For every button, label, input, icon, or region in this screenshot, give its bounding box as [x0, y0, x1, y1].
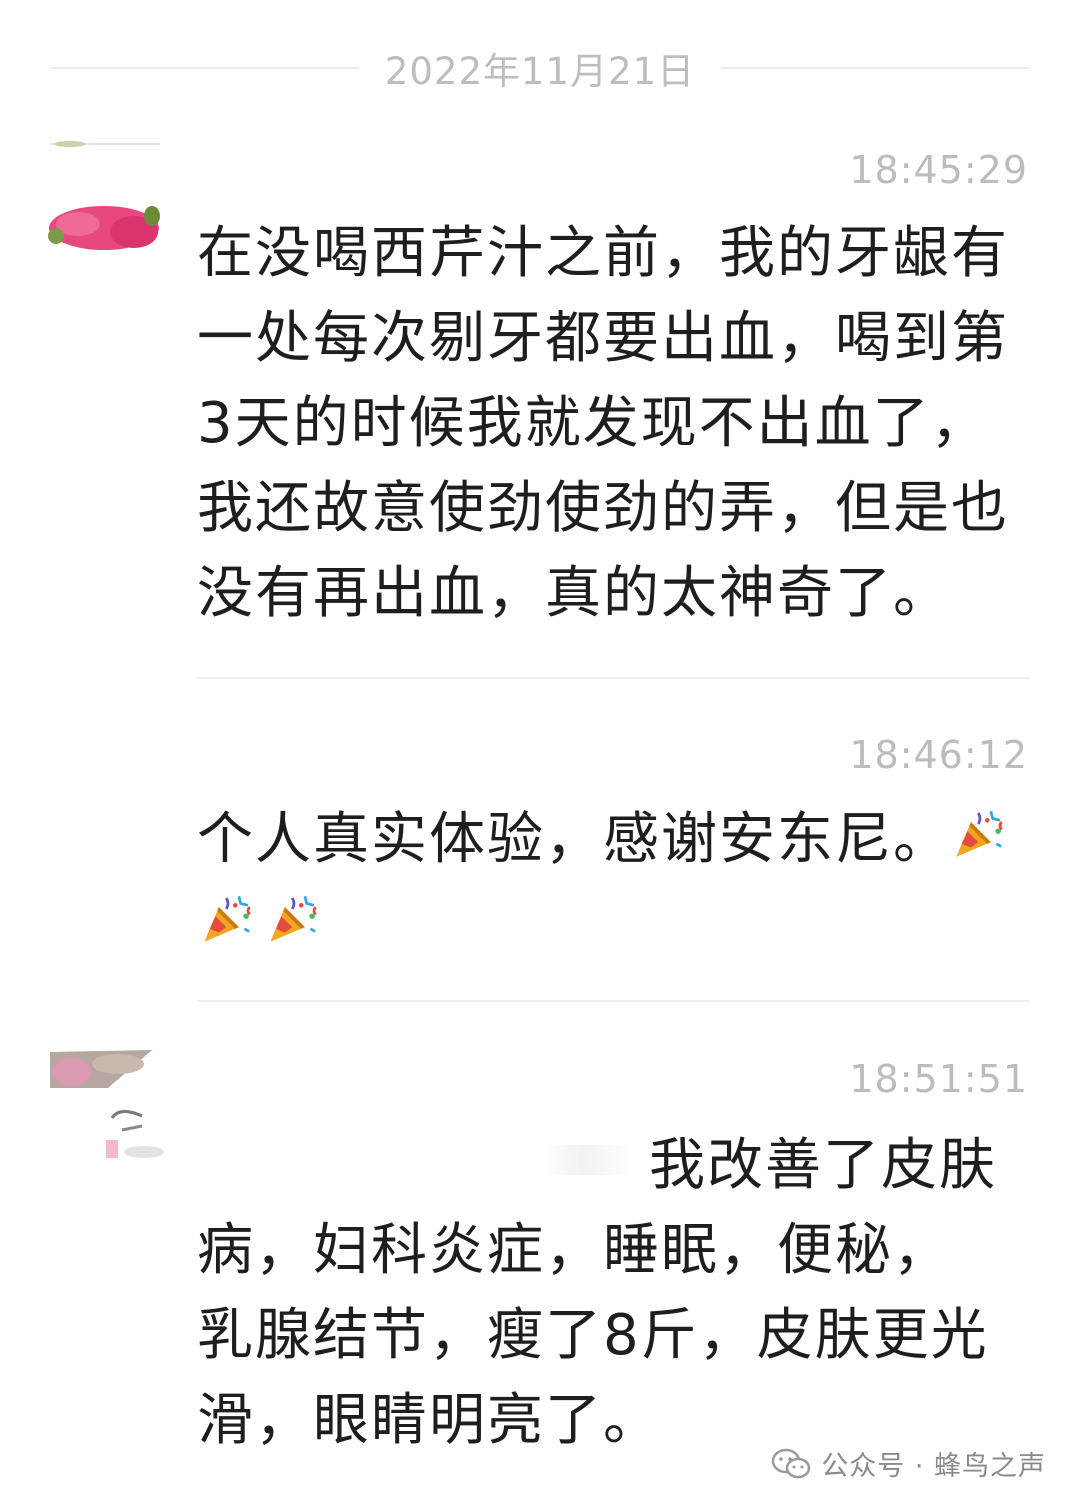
message-line-text: 个人真实体验，感谢安东尼。	[197, 807, 951, 872]
party-popper-icon	[956, 810, 1003, 857]
message-timestamp: 18:45:29	[849, 148, 1028, 192]
message-text: 我改善了皮肤 病，妇科炎症，睡眠，便秘， 乳腺结节，瘦了8斤，皮肤更光 滑，眼睛…	[197, 1123, 1037, 1463]
party-popper-icon	[204, 895, 251, 942]
date-label: 2022年11月21日	[384, 50, 696, 93]
message-line: 病，妇科炎症，睡眠，便秘，	[197, 1218, 951, 1283]
message-text: 个人真实体验，感谢安东尼。	[197, 797, 1037, 967]
message-timestamp: 18:51:51	[849, 1057, 1028, 1101]
avatar[interactable]	[48, 1048, 198, 1168]
message-line: 我还故意使劲使劲的弄，但是也	[197, 476, 1009, 541]
message-line: 乳腺结节，瘦了8斤，皮肤更光	[197, 1303, 989, 1368]
message-line: 我改善了皮肤	[197, 1123, 1037, 1208]
divider-line-right	[721, 67, 1031, 69]
message-line-text: 我改善了皮肤	[649, 1133, 997, 1198]
message-line: 一处每次剔牙都要出血，喝到第	[197, 306, 1009, 371]
wechat-icon	[772, 1448, 811, 1478]
avatar[interactable]	[48, 140, 160, 252]
message-line	[199, 882, 1037, 967]
message-separator	[197, 677, 1030, 679]
message-text: 在没喝西芹汁之前，我的牙龈有 一处每次剔牙都要出血，喝到第 3天的时候我就发现不…	[197, 211, 1037, 636]
watermark: 公众号 · 蜂鸟之声	[771, 1444, 1046, 1483]
watermark-text: 公众号 · 蜂鸟之声	[821, 1451, 1046, 1482]
party-popper-icon	[270, 895, 317, 942]
divider-line-left	[50, 67, 359, 69]
message-timestamp: 18:46:12	[849, 733, 1028, 777]
message-line: 3天的时候我就发现不出血了，	[197, 391, 989, 456]
message-separator	[197, 1000, 1030, 1002]
date-divider: 2022年11月21日	[50, 40, 1031, 96]
message-line: 在没喝西芹汁之前，我的牙龈有	[197, 221, 1009, 286]
message-line: 没有再出血，真的太神奇了。	[197, 561, 951, 626]
message-line: 个人真实体验，感谢安东尼。	[197, 797, 1037, 882]
